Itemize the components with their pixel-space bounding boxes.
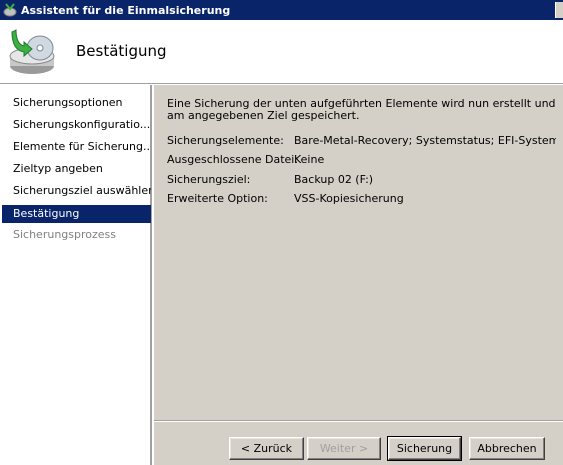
step-sicherungskonfiguration[interactable]: Sicherungskonfiguratio... [2, 116, 151, 134]
detail-label: Erweiterte Option: [167, 192, 268, 205]
step-sicherungsziel-auswaehlen[interactable]: Sicherungsziel auswählen [2, 182, 151, 200]
detail-value: Bare-Metal-Recovery; Systemstatus; EFI-S… [294, 134, 556, 147]
detail-row: Sicherungselemente: Bare-Metal-Recovery;… [167, 134, 563, 148]
wizard-steps: Sicherungsoptionen Sicherungskonfigurati… [0, 85, 152, 465]
detail-label: Sicherungselemente: [167, 134, 284, 147]
step-bestaetigung[interactable]: Bestätigung [2, 205, 151, 223]
detail-value: Backup 02 (F:) [294, 173, 374, 186]
title-bar: Assistent für die Einmalsicherung [0, 0, 563, 20]
detail-value: VSS-Kopiesicherung [294, 192, 404, 205]
detail-row: Ausgeschlossene Datei: Keine [167, 153, 563, 167]
main-panel: Eine Sicherung der unten aufgeführten El… [154, 85, 563, 465]
backup-disk-icon [6, 26, 58, 78]
footer-divider [154, 420, 563, 422]
step-sicherungsoptionen[interactable]: Sicherungsoptionen [2, 94, 151, 112]
step-sicherungsprozess: Sicherungsprozess [13, 228, 117, 241]
close-button[interactable] [555, 2, 563, 18]
next-button: Weiter > [307, 437, 381, 460]
detail-row: Erweiterte Option: VSS-Kopiesicherung [167, 192, 563, 206]
detail-label: Ausgeschlossene Datei: [167, 153, 299, 166]
cancel-button[interactable]: Abbrechen [469, 437, 545, 460]
detail-row: Sicherungsziel: Backup 02 (F:) [167, 173, 563, 187]
backup-button[interactable]: Sicherung [387, 436, 462, 461]
detail-value: Keine [294, 153, 325, 166]
detail-label: Sicherungsziel: [167, 173, 251, 186]
page-title: Bestätigung [76, 42, 167, 60]
step-zieltyp-angeben[interactable]: Zieltyp angeben [2, 160, 151, 178]
app-icon [2, 2, 18, 18]
intro-text: Eine Sicherung der unten aufgeführten El… [167, 97, 556, 122]
back-button[interactable]: < Zurück [229, 437, 304, 460]
step-elemente-fuer-sicherung[interactable]: Elemente für Sicherung... [2, 138, 151, 156]
wizard-header: Bestätigung [0, 20, 563, 84]
window-title: Assistent für die Einmalsicherung [21, 3, 231, 17]
